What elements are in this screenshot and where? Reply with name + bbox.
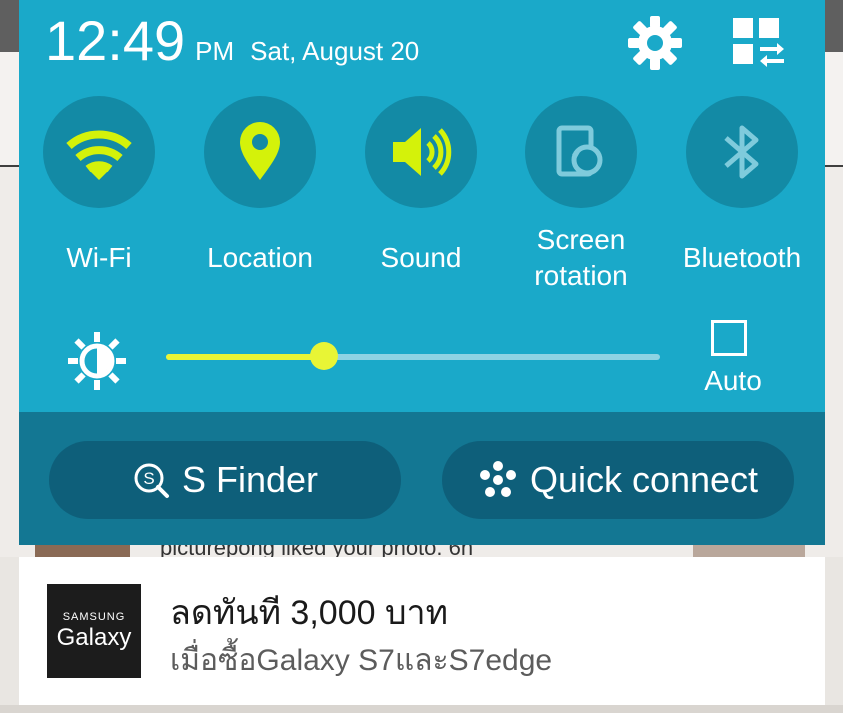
grid-edit-icon — [733, 18, 784, 67]
status-clock: 12:49 PM Sat, August 20 — [45, 8, 419, 73]
svg-text:S: S — [143, 469, 154, 488]
samsung-galaxy-logo: SAMSUNG Galaxy — [47, 584, 141, 678]
toggle-label-screen: Screen — [536, 224, 626, 255]
s-finder-icon: S — [134, 463, 169, 498]
s-finder-button[interactable]: S S Finder — [49, 441, 401, 519]
notification-title: ลดทันที 3,000 บาท — [170, 594, 449, 632]
quick-connect-label: Quick connect — [529, 459, 759, 500]
sound-icon — [393, 128, 452, 176]
toggle-label-location: Location — [207, 242, 313, 273]
quick-connect-button[interactable]: Quick connect — [442, 441, 794, 519]
background-thumbnail — [693, 545, 805, 557]
toggle-wifi[interactable] — [43, 96, 155, 208]
brightness-slider-fill — [166, 354, 325, 360]
toggle-label-sound: Sound — [380, 242, 462, 273]
toggle-bluetooth[interactable] — [686, 96, 798, 208]
auto-brightness-checkbox[interactable] — [711, 320, 747, 356]
clock-ampm: PM — [195, 36, 235, 66]
notification-text: เมื่อซื้อGalaxy S7และS7edge — [170, 644, 553, 677]
edit-toggles-button[interactable] — [733, 18, 785, 68]
wifi-icon — [66, 130, 132, 180]
quick-connect-icon — [479, 461, 516, 497]
clock-time: 12:49 — [45, 9, 186, 72]
toggle-location[interactable] — [204, 96, 316, 208]
background-app-bottom — [0, 705, 843, 713]
promo-notification[interactable]: SAMSUNG Galaxy ลดทันที 3,000 บาท เมื่อซื… — [19, 557, 825, 705]
gear-icon — [628, 16, 682, 70]
location-icon — [240, 122, 280, 180]
brightness-slider[interactable] — [166, 342, 660, 370]
toggle-label-wifi: Wi-Fi — [66, 242, 132, 273]
bluetooth-icon — [724, 125, 759, 179]
toggle-label-rotation: rotation — [534, 260, 628, 291]
brightness-icon — [66, 330, 128, 392]
brightness-slider-thumb[interactable] — [310, 342, 339, 370]
auto-brightness-label: Auto — [704, 365, 762, 396]
rotation-icon — [556, 125, 603, 177]
settings-button[interactable] — [626, 14, 684, 72]
logo-brand-big: Galaxy — [56, 624, 132, 651]
toggle-sound[interactable] — [365, 96, 477, 208]
logo-brand-small: SAMSUNG — [62, 611, 126, 623]
toggle-label-bluetooth: Bluetooth — [682, 242, 802, 273]
clock-date: Sat, August 20 — [250, 36, 420, 66]
toggle-screen-rotation[interactable] — [525, 96, 637, 208]
s-finder-label: S Finder — [181, 459, 319, 500]
background-thumbnail — [35, 545, 130, 557]
